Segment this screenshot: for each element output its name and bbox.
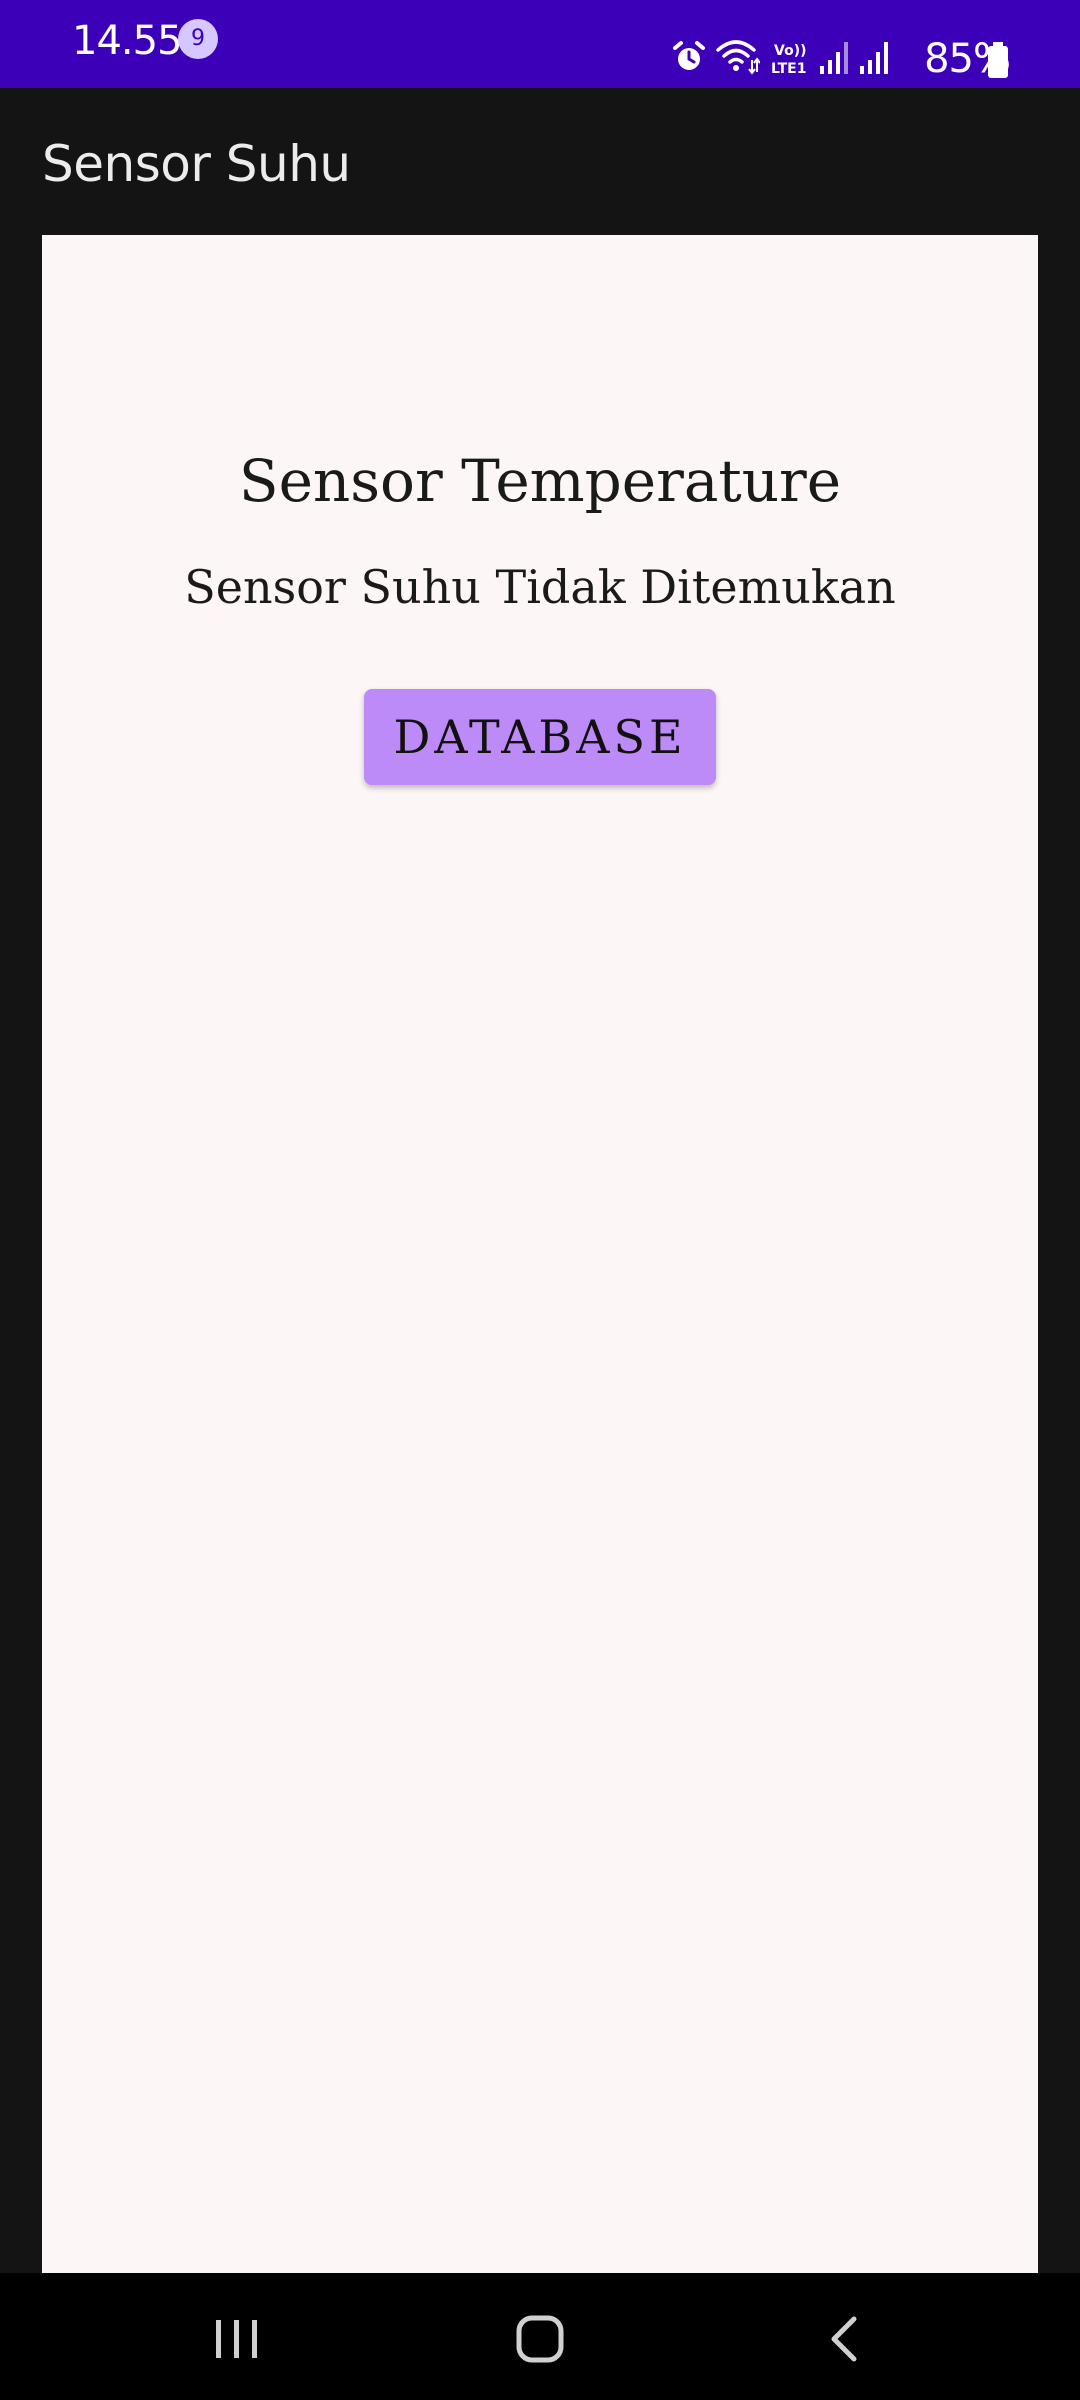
app-title: Sensor Suhu — [42, 135, 351, 193]
status-bar: 14.55 9 Vo)) LTE1 85% — [0, 0, 1080, 88]
status-time: 14.55 — [72, 18, 183, 64]
volte-icon: Vo)) LTE1 — [771, 43, 806, 77]
home-icon[interactable] — [480, 2273, 600, 2400]
signal-icon — [860, 42, 888, 74]
database-button[interactable]: DATABASE — [364, 689, 716, 785]
notification-count-badge: 9 — [178, 19, 218, 59]
app-bar: Sensor Suhu — [0, 88, 1080, 235]
alarm-icon — [673, 41, 705, 70]
main-content: Sensor Temperature Sensor Suhu Tidak Dit… — [42, 235, 1038, 2273]
wifi-icon — [716, 40, 760, 75]
recent-apps-icon[interactable] — [176, 2273, 296, 2400]
svg-text:LTE1: LTE1 — [771, 61, 806, 77]
page-heading: Sensor Temperature — [238, 447, 842, 515]
signal-icon — [820, 42, 848, 74]
sensor-status-text: Sensor Suhu Tidak Ditemukan — [184, 560, 896, 614]
back-icon[interactable] — [782, 2273, 902, 2400]
battery-icon — [988, 42, 1008, 78]
navigation-bar — [0, 2273, 1080, 2400]
svg-text:Vo)): Vo)) — [774, 43, 806, 59]
